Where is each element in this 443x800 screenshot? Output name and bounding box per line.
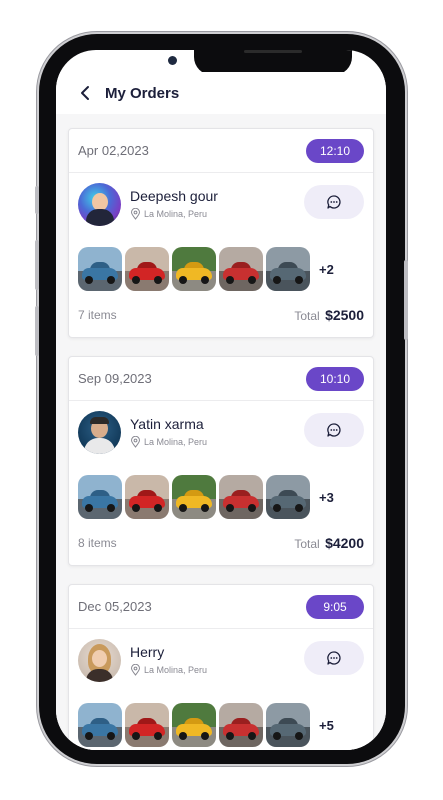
side-button <box>404 260 408 340</box>
chat-bubble-icon <box>327 423 341 437</box>
side-button <box>35 306 39 356</box>
order-time-badge: 9:05 <box>306 594 364 619</box>
total-label: Total <box>294 537 320 551</box>
product-thumbnail[interactable] <box>219 475 263 519</box>
order-summary: 8 items Total $4200 <box>69 535 373 551</box>
location-pin-icon <box>130 436 141 448</box>
front-camera <box>168 56 177 65</box>
page-title: My Orders <box>105 84 180 102</box>
product-thumbnail[interactable] <box>125 475 169 519</box>
chat-bubble-icon <box>327 651 341 665</box>
speaker <box>244 50 302 53</box>
back-arrow-icon <box>81 86 89 100</box>
chat-button[interactable] <box>304 413 364 447</box>
order-summary: 7 items Total $2500 <box>69 307 373 323</box>
product-thumbnail[interactable] <box>219 247 263 291</box>
product-thumbnail[interactable] <box>266 703 310 747</box>
product-thumbnails: +3 <box>69 475 373 519</box>
orders-list: Apr 02,2023 12:10 Deepesh gour La Molina <box>56 114 386 750</box>
order-date: Sep 09,2023 <box>78 371 152 386</box>
customer-name: Herry <box>130 644 165 660</box>
side-button <box>35 240 39 290</box>
more-items-count[interactable]: +5 <box>319 718 334 733</box>
customer-location: La Molina, Peru <box>144 437 208 447</box>
location-pin-icon <box>130 664 141 676</box>
chat-button[interactable] <box>304 641 364 675</box>
product-thumbnail[interactable] <box>172 703 216 747</box>
items-count: 7 items <box>78 308 117 322</box>
product-thumbnail[interactable] <box>125 703 169 747</box>
order-card[interactable]: Dec 05,2023 9:05 Herry La Molina, Peru +… <box>68 584 374 750</box>
total-amount: $2500 <box>325 307 364 323</box>
order-card-header: Sep 09,2023 10:10 <box>69 357 373 401</box>
product-thumbnail[interactable] <box>266 247 310 291</box>
back-button[interactable] <box>72 80 98 106</box>
chat-button[interactable] <box>304 185 364 219</box>
product-thumbnail[interactable] <box>78 475 122 519</box>
more-items-count[interactable]: +2 <box>319 262 334 277</box>
order-card-header: Dec 05,2023 9:05 <box>69 585 373 629</box>
product-thumbnail[interactable] <box>78 703 122 747</box>
customer-row: Herry La Molina, Peru <box>69 629 373 691</box>
items-count: 8 items <box>78 536 117 550</box>
order-time-badge: 10:10 <box>305 366 364 391</box>
customer-row: Yatin xarma La Molina, Peru <box>69 401 373 463</box>
customer-location: La Molina, Peru <box>144 665 208 675</box>
product-thumbnails: +5 <box>69 703 373 747</box>
product-thumbnail[interactable] <box>172 475 216 519</box>
side-button <box>35 186 39 214</box>
total-amount: $4200 <box>325 535 364 551</box>
total-label: Total <box>294 309 320 323</box>
product-thumbnail[interactable] <box>125 247 169 291</box>
order-date: Dec 05,2023 <box>78 599 152 614</box>
order-card[interactable]: Apr 02,2023 12:10 Deepesh gour La Molina <box>68 128 374 338</box>
top-bar: My Orders <box>56 72 386 114</box>
customer-name: Deepesh gour <box>130 188 218 204</box>
avatar <box>78 410 121 454</box>
product-thumbnail[interactable] <box>219 703 263 747</box>
order-date: Apr 02,2023 <box>78 143 149 158</box>
product-thumbnail[interactable] <box>266 475 310 519</box>
customer-row: Deepesh gour La Molina, Peru <box>69 173 373 235</box>
app-screen: My Orders Apr 02,2023 12:10 Deepesh gour <box>56 50 386 750</box>
customer-name: Yatin xarma <box>130 416 204 432</box>
customer-location: La Molina, Peru <box>144 209 208 219</box>
avatar <box>78 182 121 226</box>
order-card-header: Apr 02,2023 12:10 <box>69 129 373 173</box>
more-items-count[interactable]: +3 <box>319 490 334 505</box>
avatar <box>78 638 121 682</box>
order-time-badge: 12:10 <box>305 138 364 163</box>
product-thumbnails: +2 <box>69 247 373 291</box>
location-pin-icon <box>130 208 141 220</box>
order-card[interactable]: Sep 09,2023 10:10 Yatin xarma La Molina,… <box>68 356 374 566</box>
product-thumbnail[interactable] <box>78 247 122 291</box>
product-thumbnail[interactable] <box>172 247 216 291</box>
chat-bubble-icon <box>327 195 341 209</box>
